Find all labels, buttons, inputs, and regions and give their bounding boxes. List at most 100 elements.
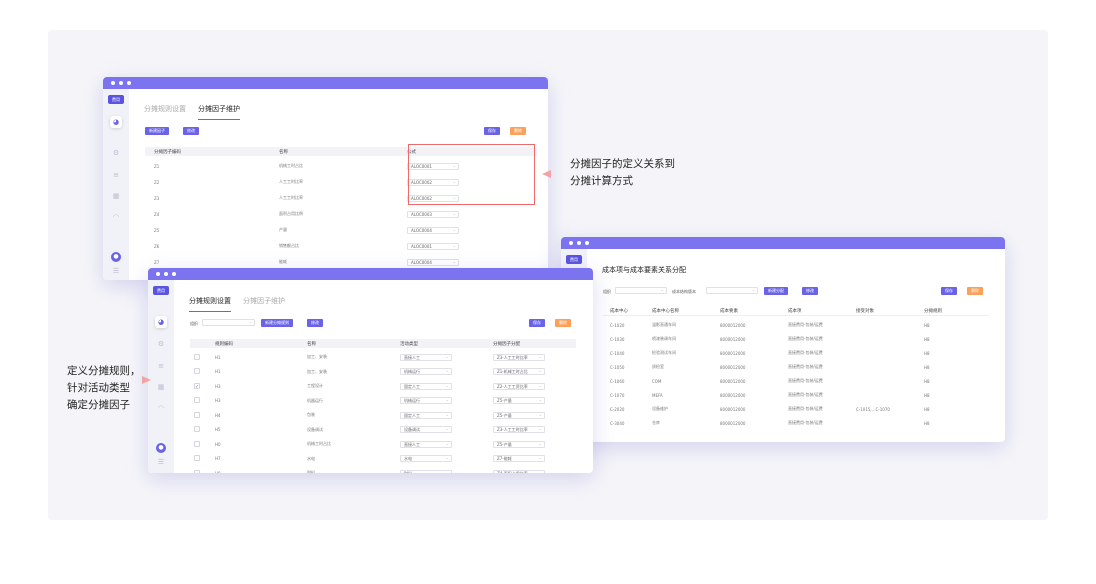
row-checkbox[interactable] [194, 455, 200, 462]
table-row[interactable]: C-3040 仓库 8000012000 直接费用-包装/运费 H8 [603, 416, 989, 430]
list-icon[interactable]: ≡ [112, 171, 120, 179]
save-button[interactable]: 保存 [529, 319, 545, 327]
row-checkbox[interactable]: ✓ [194, 383, 200, 390]
table-row[interactable]: H3 机器运行 机械运行 Z5-产量 [190, 394, 576, 409]
table-row[interactable]: Z5 产量 ALOC0004 [145, 222, 537, 238]
row-checkbox[interactable] [194, 469, 200, 473]
row-checkbox[interactable] [194, 440, 200, 447]
factor-assign-select[interactable]: Z2-人工工资比率 [493, 382, 545, 390]
edit-button[interactable]: 修改 [183, 127, 199, 135]
version-filter-select[interactable] [706, 287, 758, 294]
table-row[interactable]: Z4 面积占用比例 ALOC0003 [145, 206, 537, 222]
menu-icon[interactable]: ☰ [157, 458, 165, 466]
table-row[interactable]: H1 加工、安装 直接人工 Z3-人工工时比率 [190, 350, 576, 365]
activity-type-select[interactable]: 固定人工 [400, 382, 452, 390]
row-checkbox[interactable] [194, 411, 200, 418]
factor-cell: Z5-产量 [493, 411, 576, 419]
gear-icon[interactable]: ⚙ [157, 340, 165, 348]
activity-type-select[interactable]: 机械运行 [400, 368, 452, 376]
factor-assign-select[interactable]: Z4-面积占用比率 [493, 469, 545, 473]
table-row[interactable]: C-1020 温影直通车间 8000012000 直接费用-包装/运费 H8 [603, 318, 989, 332]
chart-icon[interactable]: ◕ [110, 116, 122, 128]
delete-button[interactable]: 删除 [967, 287, 983, 295]
column-header: 成本中心名称 [652, 309, 679, 314]
row-checkbox[interactable] [194, 397, 200, 404]
org-filter-select[interactable] [202, 319, 255, 326]
activity-type-select[interactable]: 直接人工 [400, 353, 452, 361]
cost-item-cell: 直接费用-包装/运费 [788, 336, 823, 341]
tab-allocation-factors[interactable]: 分摊因子维护 [198, 104, 240, 120]
edit-button[interactable]: 修改 [802, 287, 818, 295]
activity-cell: 财料 [400, 469, 493, 473]
headset-icon[interactable]: ◠ [157, 404, 165, 412]
formula-highlight-box [408, 144, 535, 205]
formula-select[interactable]: ALOC0004 [407, 226, 459, 234]
tab-allocation-rules[interactable]: 分摊规则设置 [189, 296, 231, 312]
tab-allocation-rules[interactable]: 分摊规则设置 [144, 104, 186, 120]
table-row[interactable]: ✓ H3 工程设计 固定人工 Z2-人工工资比率 [190, 379, 576, 394]
factor-assign-select[interactable]: Z3-人工工时比率 [493, 353, 545, 361]
tab-allocation-factors[interactable]: 分摊因子维护 [243, 296, 285, 312]
delete-button[interactable]: 删除 [555, 319, 571, 327]
row-checkbox[interactable] [194, 426, 200, 433]
calendar-icon[interactable]: ▦ [112, 192, 120, 200]
save-button[interactable]: 保存 [941, 287, 957, 295]
activity-type-select[interactable]: 财料 [400, 469, 452, 473]
annotation-line: 定义分摊规则， [67, 365, 141, 377]
factor-assign-select[interactable]: Z3-人工工时比率 [493, 426, 545, 434]
table-row[interactable]: H7 水电 水电 Z7-能耗 [190, 452, 576, 467]
formula-select[interactable]: ALOC0004 [407, 258, 459, 266]
cost-center-cell: C-1070 [610, 392, 625, 398]
formula-cell: ALOC0003 [407, 210, 527, 218]
calendar-icon[interactable]: ▦ [157, 383, 165, 391]
activity-type-select[interactable]: 设备调试 [400, 426, 452, 434]
table-row[interactable]: H8财料财料Z4-面积占用比率 [190, 466, 576, 473]
table-row[interactable]: C-1040 检验测试车间 8000012000 直接费用-包装/运费 H8 [603, 346, 989, 360]
table-row[interactable]: C-1050 质检室 8000012000 直接费用-包装/运费 H8 [603, 360, 989, 374]
factor-assign-select[interactable]: Z5-产量 [493, 440, 545, 448]
save-button[interactable]: 保存 [484, 127, 500, 135]
chart-icon[interactable]: ◕ [155, 316, 167, 328]
table-row[interactable]: Z6 销售额占比 ALOC0001 [145, 238, 537, 254]
factor-assign-select[interactable]: Z5-产量 [493, 397, 545, 405]
cost-element-cell: 8000012000 [720, 336, 746, 342]
org-filter-select[interactable] [615, 287, 667, 294]
user-icon[interactable]: ● [156, 443, 166, 453]
factor-cell: Z3-人工工时比率 [493, 353, 576, 361]
formula-select[interactable]: ALOC0001 [407, 242, 459, 250]
table-row[interactable]: H5 设备调试 设备调试 Z3-人工工时比率 [190, 423, 576, 438]
activity-type-select[interactable]: 机械运行 [400, 397, 452, 405]
row-checkbox[interactable] [194, 368, 200, 375]
headset-icon[interactable]: ◠ [112, 213, 120, 221]
factor-assign-select[interactable]: Z7-能耗 [493, 455, 545, 463]
checkbox-cell [190, 353, 215, 361]
new-allocation-button[interactable]: 新建分配 [764, 287, 788, 295]
delete-button[interactable]: 删除 [510, 127, 526, 135]
new-rule-button[interactable]: 新建分摊规则 [261, 319, 293, 327]
activity-type-select[interactable]: 固定人工 [400, 411, 452, 419]
table-row[interactable]: H0 机械工时占比 直接人工 Z5-产量 [190, 437, 576, 452]
table-row[interactable]: C-1070 MEFA 8000012000 直接费用-包装/运费 H8 [603, 388, 989, 402]
factor-assign-select[interactable]: Z1-机械工时占比 [493, 368, 545, 376]
table-row[interactable]: C-2020 设备维护 8000012000 直接费用-包装/运费 C-1015,...… [603, 402, 989, 416]
formula-select[interactable]: ALOC0003 [407, 210, 459, 218]
pointer-arrow [142, 376, 156, 384]
table-row[interactable]: H1 加工、安装 机械运行 Z1-机械工时占比 [190, 365, 576, 380]
list-icon[interactable]: ≡ [157, 362, 165, 370]
cost-center-cell: C-2020 [610, 406, 625, 412]
gear-icon[interactable]: ⚙ [112, 149, 120, 157]
new-factor-button[interactable]: 新建因子 [145, 127, 169, 135]
table-header: 规则编码 名称 活动类型 分摊因子分配 [190, 339, 576, 348]
activity-type-select[interactable]: 直接人工 [400, 440, 452, 448]
row-checkbox[interactable] [194, 353, 200, 360]
activity-type-select[interactable]: 水电 [400, 455, 452, 463]
table-row[interactable]: C-1060 COM 8000012000 直接费用-包装/运费 H8 [603, 374, 989, 388]
user-icon[interactable]: ● [111, 252, 121, 262]
factor-assign-select[interactable]: Z5-产量 [493, 411, 545, 419]
table-row[interactable]: C-1030 喷漆装调车间 8000012000 直接费用-包装/运费 H8 [603, 332, 989, 346]
annotation-line: 针对活动类型 [67, 382, 130, 394]
table-row[interactable]: H4 包装 固定人工 Z5-产量 [190, 408, 576, 423]
edit-button[interactable]: 修改 [307, 319, 323, 327]
menu-icon[interactable]: ☰ [112, 267, 120, 275]
checkbox-cell [190, 469, 215, 473]
